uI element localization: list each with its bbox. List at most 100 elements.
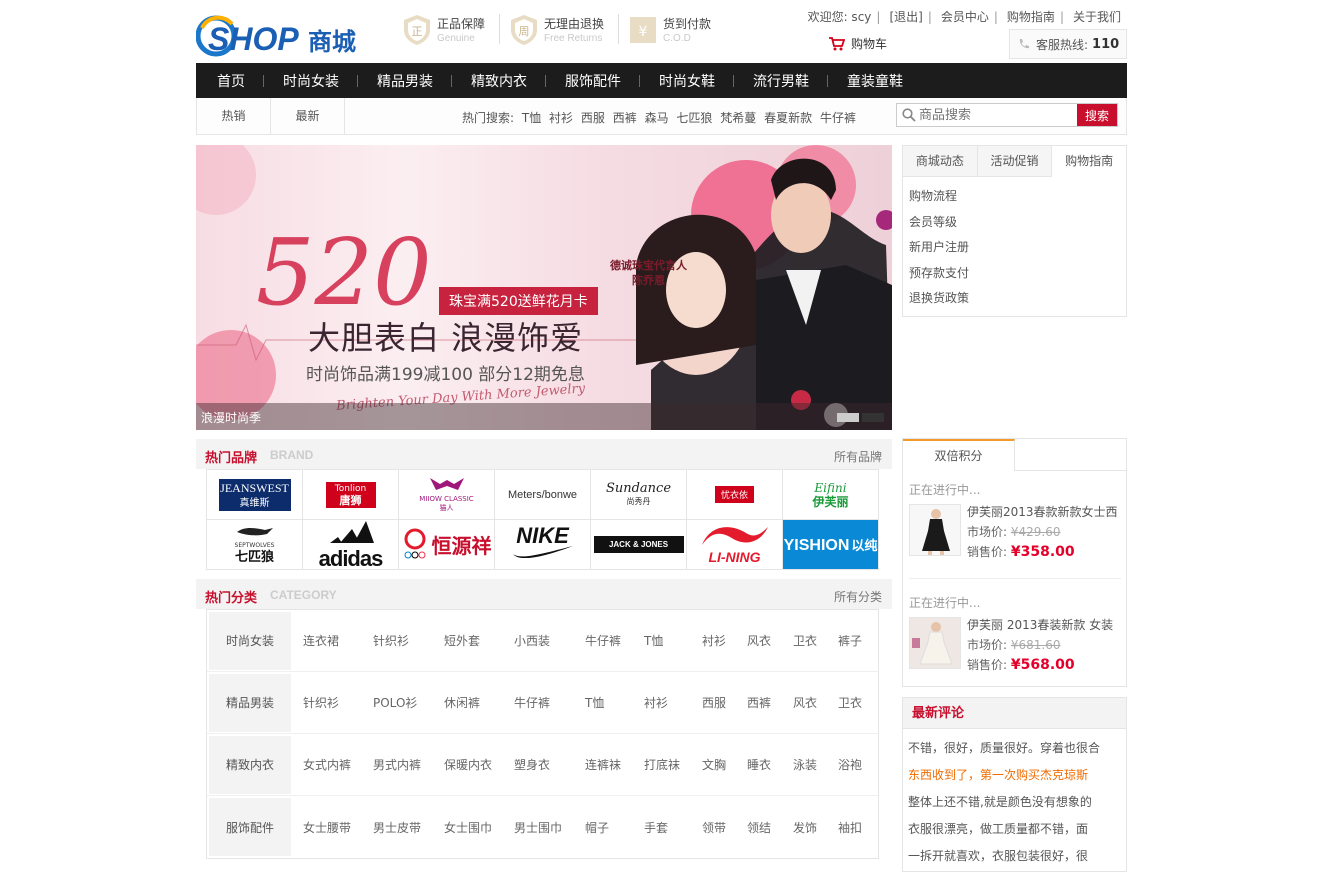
comment-item[interactable]: 整体上还不错,就是颜色没有想象的 [908, 789, 1126, 816]
category-link[interactable]: 帽子 [585, 819, 644, 836]
guide-link[interactable]: 退换货政策 [909, 286, 1126, 312]
shopping-guide-link[interactable]: 购物指南 [1007, 10, 1055, 24]
brand-eifini[interactable]: Eifini 伊芙丽 [783, 470, 879, 520]
comment-item[interactable]: 一拆开就喜欢，衣服包装很好，很 [908, 843, 1126, 870]
shop-logo[interactable]: SHOP 商城 [196, 12, 371, 57]
category-name[interactable]: 时尚女装 [209, 611, 291, 670]
category-link[interactable]: 打底袜 [644, 756, 702, 773]
hot-search-term[interactable]: 七匹狼 [676, 111, 712, 125]
category-link[interactable]: 袖扣 [838, 819, 878, 836]
hot-search-term[interactable]: 春夏新款 [764, 111, 812, 125]
category-link[interactable]: POLO衫 [373, 694, 444, 711]
category-link[interactable]: 休闲裤 [444, 694, 514, 711]
category-link[interactable]: 连衣裙 [303, 632, 373, 649]
tab-promotions[interactable]: 活动促销 [978, 146, 1053, 176]
search-button[interactable]: 搜索 [1077, 104, 1117, 126]
category-link[interactable]: 领结 [747, 819, 793, 836]
brand-hengyuanxiang[interactable]: 恒源祥 [399, 520, 495, 570]
slider-dot[interactable] [862, 413, 884, 422]
category-link[interactable]: T恤 [585, 694, 644, 711]
category-link[interactable]: 连裤袜 [585, 756, 644, 773]
category-link[interactable]: 衬衫 [702, 632, 747, 649]
category-link[interactable]: 西裤 [747, 694, 793, 711]
category-link[interactable]: 泳装 [793, 756, 838, 773]
cart-link[interactable]: 购物车 [828, 35, 887, 52]
promo-product[interactable]: 正在进行中... 伊芙丽2013春款新款女士西 市场价: ¥429.60 销售价… [909, 482, 1121, 560]
nav-item-underwear[interactable]: 精致内衣 [452, 71, 546, 91]
product-image[interactable] [909, 504, 961, 556]
product-name[interactable]: 伊芙丽2013春款新款女士西 [967, 502, 1127, 522]
nav-item-men[interactable]: 精品男装 [358, 71, 452, 91]
category-link[interactable]: 衬衫 [644, 694, 702, 711]
category-link[interactable]: T恤 [644, 632, 702, 649]
slider-dot[interactable] [837, 413, 859, 422]
category-link[interactable]: 卫衣 [838, 694, 878, 711]
category-link[interactable]: 卫衣 [793, 632, 838, 649]
category-link[interactable]: 发饰 [793, 819, 838, 836]
category-link[interactable]: 睡衣 [747, 756, 793, 773]
category-link[interactable]: 手套 [644, 819, 702, 836]
category-link[interactable]: 短外套 [444, 632, 514, 649]
category-link[interactable]: 女式内裤 [303, 756, 373, 773]
tab-new[interactable]: 最新 [271, 98, 345, 134]
nav-item-home[interactable]: 首页 [198, 71, 264, 91]
brand-lining[interactable]: LI-NING [687, 520, 783, 570]
tab-hot[interactable]: 热销 [197, 98, 271, 134]
hot-search-term[interactable]: 西裤 [613, 111, 637, 125]
category-link[interactable]: 牛仔裤 [585, 632, 644, 649]
category-link[interactable]: 牛仔裤 [514, 694, 585, 711]
comment-item[interactable]: 衣服很漂亮，做工质量都不错，面 [908, 816, 1126, 843]
nav-item-accessories[interactable]: 服饰配件 [546, 71, 640, 91]
product-name[interactable]: 伊芙丽 2013春装新款 女装 [967, 615, 1127, 635]
brand-yishion[interactable]: YISHION 以纯 [783, 520, 879, 570]
comment-item[interactable]: 东西收到了，第一次购买杰克琼斯 [908, 762, 1126, 789]
guide-link[interactable]: 新用户注册 [909, 235, 1126, 261]
brand-tonlion[interactable]: Tonlion 唐狮 [303, 470, 399, 520]
category-link[interactable]: 女士腰带 [303, 819, 373, 836]
brand-sundance[interactable]: Sundance 尚秀丹 [591, 470, 687, 520]
category-link[interactable]: 风衣 [793, 694, 838, 711]
nav-item-women-shoes[interactable]: 时尚女鞋 [640, 71, 734, 91]
category-link[interactable]: 塑身衣 [514, 756, 585, 773]
all-brands-link[interactable]: 所有品牌 [834, 448, 882, 465]
tab-guide[interactable]: 购物指南 [1052, 146, 1127, 177]
search-input[interactable] [919, 104, 1077, 126]
tab-double-points[interactable]: 双倍积分 [903, 439, 1015, 471]
hot-search-term[interactable]: 牛仔裤 [820, 111, 856, 125]
brand-miiow[interactable]: MIIOW CLASSIC 猫人 [399, 470, 495, 520]
product-image[interactable] [909, 617, 961, 669]
member-center-link[interactable]: 会员中心 [941, 10, 989, 24]
tab-news[interactable]: 商城动态 [903, 146, 978, 176]
category-link[interactable]: 男士皮带 [373, 819, 444, 836]
logout-link[interactable]: [退出] [889, 10, 922, 24]
comment-item[interactable]: 不错，很好，质量很好。穿着也很合 [908, 735, 1126, 762]
category-link[interactable]: 浴袍 [838, 756, 878, 773]
brand-septwolves[interactable]: SEPTWOLVES 七匹狼 [207, 520, 303, 570]
promo-banner[interactable]: 520 珠宝满520送鲜花月卡 大胆表白 浪漫饰爱 时尚饰品满199减100 部… [196, 145, 892, 430]
brand-jackjones[interactable]: JACK & JONES [591, 520, 687, 570]
about-link[interactable]: 关于我们 [1073, 10, 1121, 24]
category-link[interactable]: 针织衫 [373, 632, 444, 649]
nav-item-men-shoes[interactable]: 流行男鞋 [734, 71, 828, 91]
hot-search-term[interactable]: 西服 [581, 111, 605, 125]
guide-link[interactable]: 预存款支付 [909, 261, 1126, 287]
category-link[interactable]: 文胸 [702, 756, 747, 773]
brand-nike[interactable]: NIKE [495, 520, 591, 570]
category-name[interactable]: 精品男装 [209, 673, 291, 732]
brand-metersbonwe[interactable]: Meters/bonwe [495, 470, 591, 520]
hot-search-term[interactable]: T恤 [522, 111, 541, 125]
category-name[interactable]: 精致内衣 [209, 735, 291, 794]
hot-search-term[interactable]: 森马 [645, 111, 669, 125]
category-link[interactable]: 女士围巾 [444, 819, 514, 836]
category-link[interactable]: 男士围巾 [514, 819, 585, 836]
guide-link[interactable]: 会员等级 [909, 210, 1126, 236]
category-link[interactable]: 针织衫 [303, 694, 373, 711]
brand-jeanswest[interactable]: JEANSWEST 真维斯 [207, 470, 303, 520]
brand-adidas[interactable]: adidas [303, 520, 399, 570]
hot-search-term[interactable]: 衬衫 [549, 111, 573, 125]
category-link[interactable]: 西服 [702, 694, 747, 711]
category-link[interactable]: 领带 [702, 819, 747, 836]
guide-link[interactable]: 购物流程 [909, 184, 1126, 210]
brand-youyiyi[interactable]: 忧衣依 [687, 470, 783, 520]
hot-search-term[interactable]: 梵希蔓 [720, 111, 756, 125]
